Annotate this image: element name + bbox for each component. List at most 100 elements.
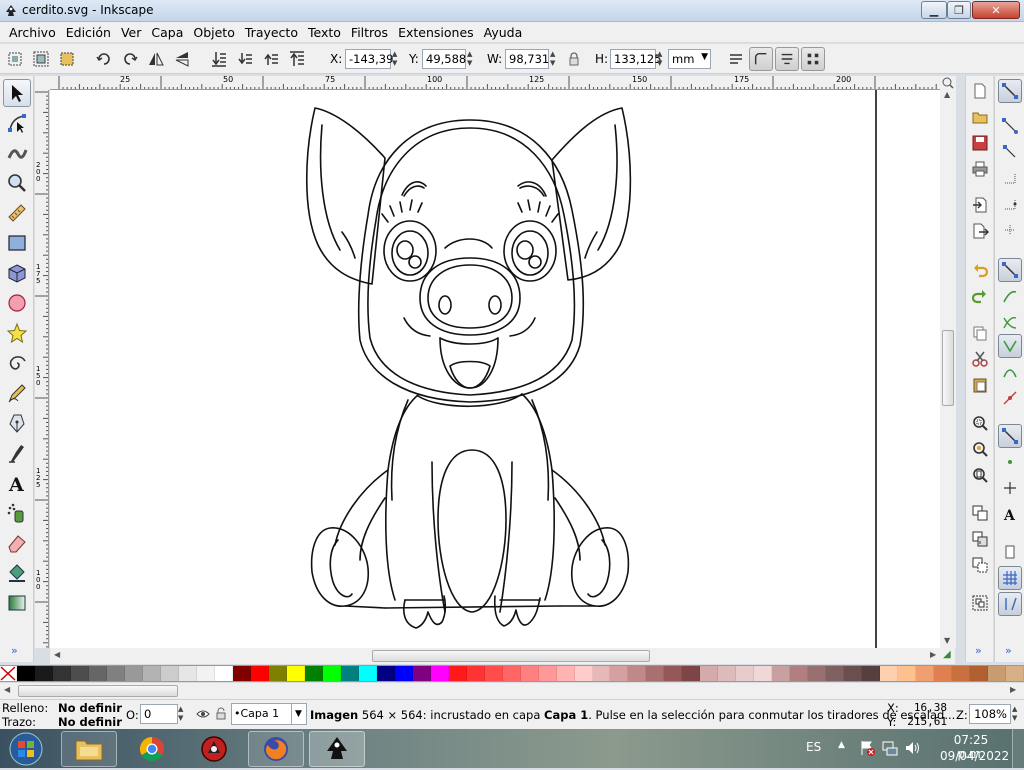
menu-ayuda[interactable]: Ayuda	[479, 25, 528, 40]
selector-tool[interactable]	[3, 79, 31, 107]
color-swatch[interactable]	[322, 666, 341, 681]
duplicate-button[interactable]	[969, 502, 991, 524]
vertical-scroll-thumb[interactable]	[942, 330, 954, 406]
zoom-selection-button[interactable]	[969, 412, 991, 434]
snap-bbox-corner-button[interactable]	[998, 166, 1022, 190]
redo-button[interactable]	[969, 284, 991, 306]
lower-to-bottom-button[interactable]	[208, 48, 230, 70]
color-swatch[interactable]	[556, 666, 575, 681]
palette-scroll-right-icon[interactable]: ▶	[1010, 685, 1016, 694]
snap-smooth-button[interactable]	[998, 360, 1022, 384]
h-stepper[interactable]: ▲ ▼	[657, 49, 667, 69]
snap-overflow-icon[interactable]: »	[1005, 644, 1012, 657]
snap-page-border-button[interactable]	[998, 540, 1022, 564]
color-swatch[interactable]	[718, 666, 737, 681]
color-swatch[interactable]	[448, 666, 467, 681]
drawing-canvas[interactable]	[50, 90, 940, 648]
color-swatch[interactable]	[682, 666, 701, 681]
color-swatch[interactable]	[250, 666, 269, 681]
menu-archivo[interactable]: Archivo	[4, 25, 61, 40]
color-swatch[interactable]	[196, 666, 215, 681]
zoom-page-button[interactable]	[969, 464, 991, 486]
clone-button[interactable]	[969, 528, 991, 550]
color-swatch[interactable]	[394, 666, 413, 681]
rectangle-tool[interactable]	[3, 229, 31, 257]
color-swatch[interactable]	[952, 666, 971, 681]
color-swatch[interactable]	[466, 666, 485, 681]
zoom-corner-button[interactable]	[940, 76, 956, 90]
y-input[interactable]: 49,588	[422, 49, 466, 69]
raise-button[interactable]	[260, 48, 282, 70]
scale-stroke-button[interactable]	[725, 48, 747, 70]
palette-scroll-left-icon[interactable]: ◀	[4, 685, 10, 694]
color-swatch[interactable]	[304, 666, 323, 681]
import-button[interactable]	[969, 194, 991, 216]
color-swatch[interactable]	[628, 666, 647, 681]
rotate-ccw-button[interactable]	[93, 48, 115, 70]
tweak-tool[interactable]	[3, 139, 31, 167]
gradient-tool[interactable]	[3, 589, 31, 617]
color-swatch[interactable]	[574, 666, 593, 681]
commands-overflow-icon[interactable]: »	[975, 644, 982, 657]
snap-paths-button[interactable]	[998, 284, 1022, 308]
menu-extensiones[interactable]: Extensiones	[393, 25, 479, 40]
menu-trayecto[interactable]: Trayecto	[240, 25, 303, 40]
new-document-button[interactable]	[969, 80, 991, 102]
minimize-button[interactable]: ▁	[921, 1, 947, 19]
pen-tool[interactable]	[3, 409, 31, 437]
color-swatch[interactable]	[1006, 666, 1024, 681]
clock-date[interactable]: 09/04/2022	[940, 749, 1009, 763]
layer-lock-toggle[interactable]	[215, 707, 227, 721]
color-swatch[interactable]	[160, 666, 179, 681]
snap-guides-toggle[interactable]	[998, 592, 1022, 616]
flip-vertical-button[interactable]	[171, 48, 193, 70]
paint-bucket-tool[interactable]	[3, 559, 31, 587]
measure-tool[interactable]	[3, 199, 31, 227]
spiral-tool[interactable]	[3, 349, 31, 377]
palette-scrollbar[interactable]: ◀ ▶	[0, 683, 1024, 699]
volume-button[interactable]	[904, 739, 922, 757]
snap-bbox-edge-button[interactable]	[998, 140, 1022, 164]
scroll-left-icon[interactable]: ◀	[54, 650, 60, 659]
color-swatch[interactable]	[52, 666, 71, 681]
lower-button[interactable]	[234, 48, 256, 70]
color-swatch[interactable]	[484, 666, 503, 681]
y-stepper[interactable]: ▲ ▼	[467, 49, 477, 69]
x-input[interactable]: -143,39	[345, 49, 393, 69]
lock-proportions-button[interactable]	[567, 51, 581, 67]
zoom-tool[interactable]	[3, 169, 31, 197]
color-swatch[interactable]	[232, 666, 251, 681]
unit-select[interactable]: mm ▼	[668, 49, 711, 69]
color-swatch[interactable]	[286, 666, 305, 681]
color-swatch[interactable]	[106, 666, 125, 681]
color-swatch[interactable]	[358, 666, 377, 681]
3d-box-tool[interactable]	[3, 259, 31, 287]
snap-rotation-center-button[interactable]	[998, 476, 1022, 500]
node-tool[interactable]	[3, 109, 31, 137]
color-swatch[interactable]	[502, 666, 521, 681]
calligraphy-tool[interactable]	[3, 439, 31, 467]
palette-scroll-thumb[interactable]	[18, 685, 178, 697]
print-button[interactable]	[969, 158, 991, 180]
color-swatch[interactable]	[880, 666, 899, 681]
select-all-layers-button[interactable]	[30, 48, 52, 70]
zoom-stepper[interactable]: ▲ ▼	[1012, 704, 1022, 724]
color-swatch[interactable]	[178, 666, 197, 681]
language-indicator[interactable]: ES	[806, 740, 821, 754]
color-swatch[interactable]	[214, 666, 233, 681]
menu-ver[interactable]: Ver	[116, 25, 146, 40]
color-swatch[interactable]	[646, 666, 665, 681]
spray-tool[interactable]	[3, 499, 31, 527]
horizontal-scrollbar[interactable]: ◀ ▶ ◢	[50, 648, 955, 664]
transform-gradients-toggle[interactable]	[775, 47, 799, 71]
color-swatch[interactable]	[808, 666, 827, 681]
snap-text-baseline-button[interactable]: A	[998, 502, 1022, 526]
snap-bbox-center-button[interactable]	[998, 218, 1022, 242]
color-swatch[interactable]	[844, 666, 863, 681]
color-swatch[interactable]	[916, 666, 935, 681]
color-swatch[interactable]	[142, 666, 161, 681]
color-swatch[interactable]	[826, 666, 845, 681]
red-app-button[interactable]	[186, 731, 242, 767]
color-swatch[interactable]	[538, 666, 557, 681]
color-swatch[interactable]	[610, 666, 629, 681]
